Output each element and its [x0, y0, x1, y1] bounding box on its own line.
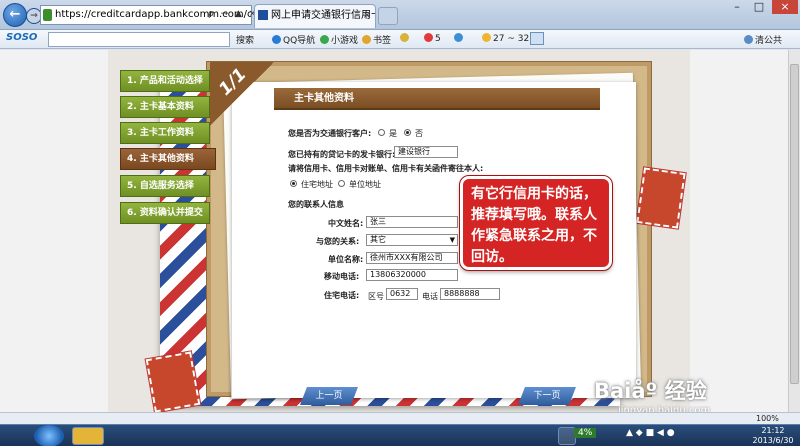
tab-bankcomm[interactable]: 网上申请交通银行信用卡 ×: [254, 4, 376, 28]
status-bar: 100%: [0, 412, 800, 424]
work-address-radio[interactable]: [338, 180, 345, 187]
app-icon: [454, 33, 463, 42]
start-button[interactable]: [34, 425, 64, 446]
vertical-scrollbar[interactable]: [788, 50, 800, 422]
work-address-label: 单位地址: [349, 180, 381, 189]
mobile-label: 移动电话:: [324, 272, 360, 281]
step-2[interactable]: 2. 主卡基本资料: [120, 96, 210, 118]
company-label: 单位名称:: [328, 255, 364, 264]
zoom-level[interactable]: 100%: [756, 413, 779, 424]
bank-input[interactable]: 建设银行: [394, 146, 458, 158]
maximize-button[interactable]: □: [748, 0, 770, 14]
customer-no-label: 否: [415, 129, 423, 138]
clock-time: 21:12: [761, 426, 785, 435]
contact-header: 您的联系人信息: [288, 200, 344, 209]
tutorial-annotation: 有它行信用卡的话，推荐填写哦。联系人作紧急联系之用，不回访。: [459, 175, 613, 271]
ext-link[interactable]: 清公共: [744, 33, 782, 46]
section-title: 主卡其他资料: [274, 88, 600, 110]
mobile-input[interactable]: 13806320000: [366, 269, 458, 281]
step-1[interactable]: 1. 产品和活动选择: [120, 70, 210, 92]
customer-yes-label: 是: [389, 129, 397, 138]
extension-button[interactable]: [400, 33, 411, 44]
bookmarks-link[interactable]: 书签: [362, 33, 391, 46]
back-arrow-icon: ←: [9, 7, 21, 22]
toolbar-toggle-button[interactable]: [530, 32, 544, 45]
name-input[interactable]: 张三: [366, 216, 458, 228]
soso-search-input[interactable]: [48, 32, 230, 47]
relation-label: 与您的关系:: [316, 237, 360, 246]
windows-taskbar: 4% ▲ ◆ ■ ◀ ● 21:12 2013/6/30: [0, 424, 800, 446]
taskbar-explorer-icon[interactable]: [72, 427, 104, 445]
soso-logo: SOSO: [6, 32, 38, 43]
home-phone-label: 住宅电话:: [324, 291, 360, 300]
qq-nav-label: QQ导航: [283, 36, 316, 46]
company-input[interactable]: 徐州市XXX有限公司: [366, 252, 458, 264]
customer-yes-radio[interactable]: [378, 129, 385, 136]
postage-stamp-left: [144, 350, 202, 414]
postage-stamp-right: [635, 166, 687, 230]
extension-icon: [400, 33, 409, 42]
area-code-input[interactable]: 0632: [386, 288, 418, 300]
forward-arrow-icon: →: [30, 11, 38, 21]
minimize-button[interactable]: –: [726, 0, 748, 14]
bankcomm-favicon-icon: [258, 10, 268, 20]
page-badge-text: 1/1: [215, 64, 251, 100]
ext-label: 清公共: [755, 36, 783, 46]
page-badge: 1/1: [210, 62, 274, 126]
back-button[interactable]: ←: [3, 3, 27, 27]
browser-titlebar: ← → https://creditcardapp.bankcomm.com/c…: [0, 0, 800, 30]
mini-game-label: 小游戏: [331, 36, 359, 46]
bank-question: 您已持有的贷记卡的发卡银行:: [288, 150, 396, 159]
search-button[interactable]: 搜索: [236, 33, 254, 46]
home-address-label: 住宅地址: [301, 180, 333, 189]
phone-number-label: 电话: [422, 292, 438, 301]
relation-select[interactable]: 其它 ▼: [366, 234, 458, 246]
scrollbar-thumb[interactable]: [790, 64, 799, 384]
qq-nav-icon: [272, 35, 281, 44]
tray-icons[interactable]: ▲ ◆ ■ ◀ ●: [626, 428, 675, 438]
ext-icon: [744, 35, 753, 44]
customer-question: 您是否为交通银行客户:: [288, 129, 372, 138]
step-6[interactable]: 6. 资料确认并提交: [120, 202, 210, 224]
tab-close-icon[interactable]: ×: [363, 5, 371, 27]
relation-value: 其它: [370, 235, 386, 244]
step-5[interactable]: 5. 自选服务选择: [120, 175, 210, 197]
lock-icon: [43, 9, 52, 21]
star-icon: [362, 35, 371, 44]
prev-page-button[interactable]: 上一页: [300, 387, 358, 405]
qq-nav-link[interactable]: QQ导航: [272, 33, 315, 46]
mail-link[interactable]: 5: [424, 33, 441, 44]
customer-no-radio[interactable]: [404, 129, 411, 136]
system-clock[interactable]: 21:12 2013/6/30: [748, 426, 798, 446]
mail-count: 5: [435, 34, 441, 44]
name-label: 中文姓名:: [328, 219, 364, 228]
app-link[interactable]: [454, 33, 465, 44]
battery-indicator[interactable]: 4%: [574, 428, 597, 438]
page-viewport: 1/1 主卡其他资料 1. 产品和活动选择 2. 主卡基本资料 3. 主卡工作资…: [0, 50, 800, 422]
mail-question: 请将信用卡、信用卡对账单、信用卡有关函件寄往本人:: [288, 164, 484, 173]
game-icon: [320, 35, 329, 44]
next-page-button[interactable]: 下一页: [518, 387, 576, 405]
step-3[interactable]: 3. 主卡工作资料: [120, 122, 210, 144]
new-tab-button[interactable]: [378, 7, 398, 25]
sun-icon: [482, 33, 491, 42]
phone-number-input[interactable]: 8888888: [440, 288, 500, 300]
mail-icon: [424, 33, 433, 42]
browser-toolbar: SOSO 搜索 QQ导航 小游戏 书签 5 27 ~ 32℃ 清公共: [0, 30, 800, 49]
baidu-watermark: Baiåº 经验: [594, 379, 707, 403]
step-4-current[interactable]: 4. 主卡其他资料: [120, 148, 216, 170]
tab-title: 网上申请交通银行信用卡: [271, 10, 376, 21]
bookmarks-label: 书签: [373, 36, 392, 46]
area-code-label: 区号: [368, 292, 384, 301]
chevron-down-icon: ▼: [449, 236, 455, 244]
mini-game-link[interactable]: 小游戏: [320, 33, 358, 46]
home-address-radio[interactable]: [290, 180, 297, 187]
close-window-button[interactable]: ×: [772, 0, 798, 14]
clock-date: 2013/6/30: [752, 436, 794, 445]
